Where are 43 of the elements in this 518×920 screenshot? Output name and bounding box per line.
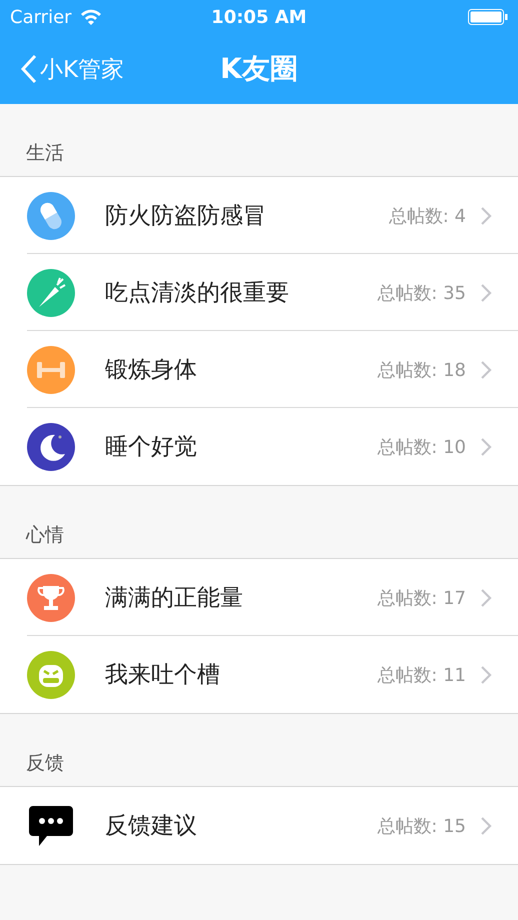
topic-label: 锻炼身体 — [105, 356, 198, 385]
status-time: 10:05 AM — [211, 6, 307, 28]
section-header: 心情 — [26, 523, 64, 548]
list-row[interactable]: 吃点清淡的很重要 总帖数: 35 — [0, 254, 518, 331]
page-title: K友圈 — [220, 51, 298, 87]
moon-icon — [27, 422, 75, 470]
topic-label: 防火防盗防感冒 — [105, 202, 267, 231]
post-count: 总帖数: 15 — [377, 814, 466, 838]
battery-icon — [468, 9, 508, 25]
topic-label: 满满的正能量 — [105, 584, 244, 613]
topic-label: 我来吐个槽 — [105, 661, 221, 690]
list-row[interactable]: 满满的正能量 总帖数: 17 — [0, 559, 518, 636]
section-header: 生活 — [26, 141, 64, 166]
list-row[interactable]: 锻炼身体 总帖数: 18 — [0, 331, 518, 408]
pill-icon — [27, 192, 75, 240]
post-count: 总帖数: 10 — [377, 436, 466, 458]
chevron-icon — [480, 206, 492, 226]
chevron-icon — [480, 436, 492, 456]
topic-label: 睡个好觉 — [105, 433, 198, 462]
chevron-icon — [480, 816, 492, 836]
post-count: 总帖数: 18 — [377, 358, 466, 382]
face-icon — [27, 650, 75, 698]
carrot-icon — [27, 268, 75, 316]
post-count: 总帖数: 4 — [388, 204, 466, 228]
chevron-icon — [480, 282, 492, 302]
topic-label: 反馈建议 — [105, 812, 198, 841]
post-count: 总帖数: 17 — [377, 586, 466, 610]
back-chevron-icon — [20, 54, 38, 84]
chevron-icon — [480, 664, 492, 684]
post-count: 总帖数: 35 — [377, 282, 466, 304]
topic-label: 吃点清淡的很重要 — [105, 279, 290, 308]
list-row[interactable]: 我来吐个槽 总帖数: 11 — [0, 636, 518, 713]
list-row[interactable]: 反馈建议 总帖数: 15 — [0, 787, 518, 864]
dumbbell-icon — [27, 346, 75, 394]
wifi-icon — [80, 9, 102, 25]
carrier-name: Carrier — [10, 6, 72, 28]
chevron-icon — [480, 360, 492, 380]
chevron-icon — [480, 588, 492, 608]
section-header: 反馈 — [26, 751, 64, 776]
list-row[interactable]: 防火防盗防感冒 总帖数: 4 — [0, 177, 518, 254]
post-count: 总帖数: 11 — [377, 664, 466, 686]
list-row[interactable]: 睡个好觉 总帖数: 10 — [0, 408, 518, 485]
trophy-icon — [27, 574, 75, 622]
